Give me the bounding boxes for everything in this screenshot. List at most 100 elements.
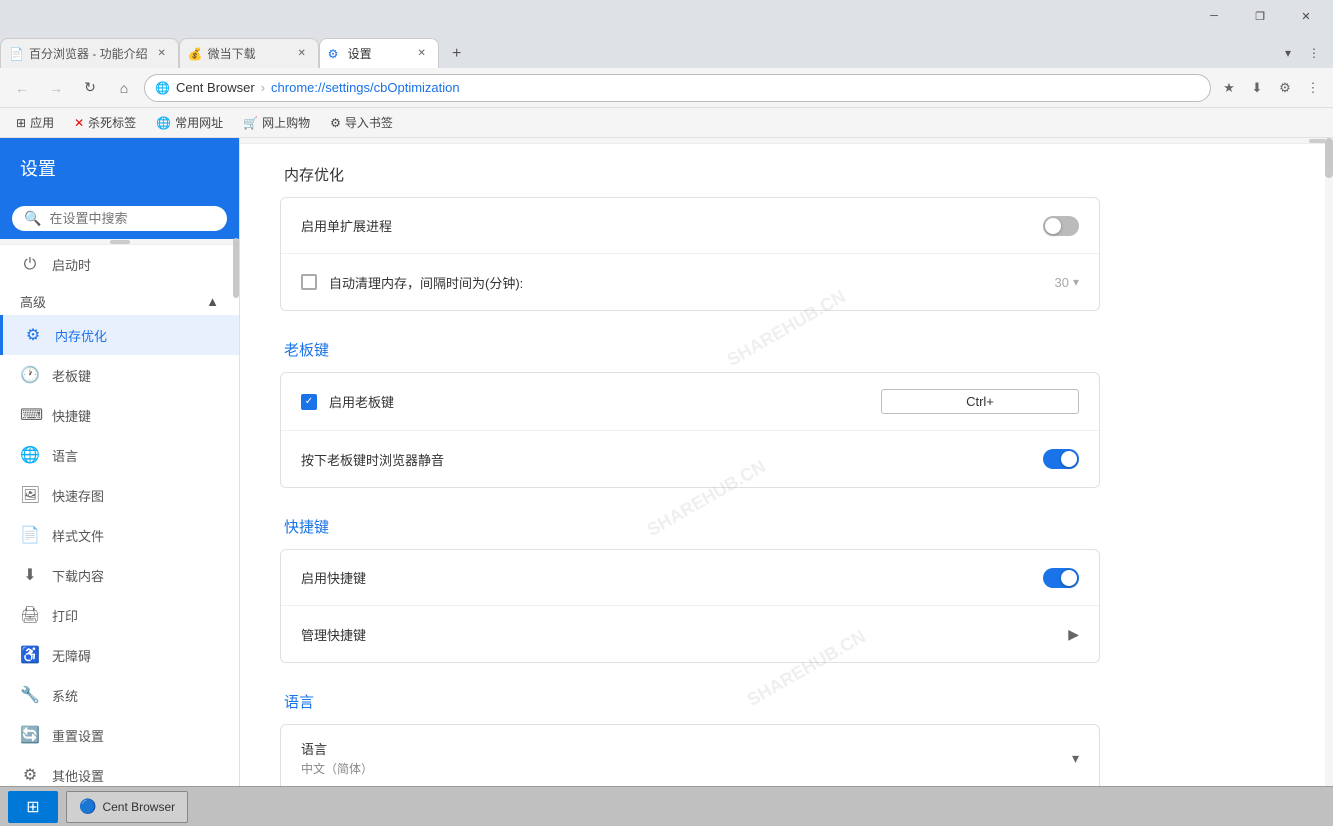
sidebar-item-memory[interactable]: ⚙ 内存优化 [0,315,239,355]
more-button[interactable]: ⋮ [1301,76,1325,100]
killtab-icon: ✕ [74,116,84,130]
single-extension-thumb [1045,218,1061,234]
back-button[interactable]: ← [8,74,36,102]
shortcut-card: 启用快捷键 管理快捷键 ▶ [280,549,1100,663]
restore-button[interactable]: ❐ [1237,0,1283,32]
memory-card: 启用单扩展进程 自动清理内存，间隔时间为(分钟): 30 ▾ [280,197,1100,311]
minimize-button[interactable]: ─ [1191,0,1237,32]
apps-icon: ⊞ [16,116,26,130]
shortcut-enable-thumb [1061,570,1077,586]
settings-button[interactable]: ⚙ [1273,76,1297,100]
shortcut-manage-label: 管理快捷键 [301,625,1068,644]
startup-icon: ⏻ [20,256,40,274]
single-extension-toggle[interactable] [1043,216,1079,236]
home-button[interactable]: ⌂ [110,74,138,102]
advanced-collapse-icon[interactable]: ▲ [206,294,219,309]
single-extension-label: 启用单扩展进程 [301,216,1043,235]
settings-search-input[interactable] [49,211,215,226]
sidebar-title: 设置 [20,155,56,181]
tab-settings[interactable]: ⚙ 设置 ✕ [319,38,439,68]
bookmark-shopping-label: 网上购物 [262,114,310,131]
system-icon: 🔧 [20,685,40,705]
sidebar-item-startup[interactable]: ⏻ 启动时 [0,245,239,284]
single-extension-row: 启用单扩展进程 [281,198,1099,254]
language-sub: 中文（简体） [301,760,1072,777]
close-button[interactable]: ✕ [1283,0,1329,32]
tab-close-features[interactable]: ✕ [154,46,170,62]
language-name: 语言 [301,739,1072,758]
new-tab-button[interactable]: + [443,40,471,68]
taskbar-centbrowser[interactable]: 🔵 Cent Browser [66,791,188,823]
download-button[interactable]: ⬇ [1245,76,1269,100]
sidebar-scrollbar[interactable] [233,138,239,826]
tab-title-download: 微当下载 [208,45,288,62]
settings-search-box[interactable]: 🔍 [12,206,227,231]
sidebar-item-accessibility[interactable]: ♿ 无障碍 [0,635,239,675]
shortcut-enable-label: 启用快捷键 [301,568,1043,587]
language-row[interactable]: 语言 中文（简体） ▾ [281,725,1099,792]
tab-bar-settings[interactable]: ⋮ [1303,42,1325,64]
language-chevron-icon: ▾ [1072,750,1079,767]
content-inner: 内存优化 启用单扩展进程 自动清理内存，间隔时间为(分钟): [240,144,1140,826]
boss-mute-toggle[interactable] [1043,449,1079,469]
import-icon: ⚙ [330,116,341,130]
refresh-button[interactable]: ↻ [76,74,104,102]
sidebar-system-label: 系统 [52,686,78,705]
bookmark-import-label: 导入书签 [345,114,393,131]
shortcut-enable-row: 启用快捷键 [281,550,1099,606]
section-memory-title: 内存优化 [280,164,1100,185]
sidebar: 设置 🔍 ⏻ 启动时 高级 ▲ ⚙ 内存优化 🕐 [0,138,240,826]
search-icon: 🔍 [24,210,41,227]
sidebar-item-shortcut[interactable]: ⌨ 快捷键 [0,395,239,435]
auto-clear-checkbox[interactable] [301,274,317,290]
sidebar-item-language[interactable]: 🌐 语言 [0,435,239,475]
bookmark-import[interactable]: ⚙ 导入书签 [322,112,401,133]
sidebar-other-label: 其他设置 [52,766,104,785]
shortcut-enable-toggle[interactable] [1043,568,1079,588]
sidebar-item-print[interactable]: 🖨 打印 [0,595,239,635]
tab-list-button[interactable]: ▾ [1277,42,1299,64]
section-boss: 老板键 ✓ 启用老板键 按下老板键时浏览器静音 [280,339,1100,488]
start-button[interactable]: ⊞ [8,791,58,823]
sites-icon: 🌐 [156,116,171,130]
sidebar-reset-label: 重置设置 [52,726,104,745]
bookmark-star-button[interactable]: ★ [1217,76,1241,100]
sidebar-item-reset[interactable]: 🔄 重置设置 [0,715,239,755]
shortcut-icon: ⌨ [20,405,40,425]
boss-enable-checkbox[interactable]: ✓ [301,394,317,410]
bookmarks-bar: ⊞ 应用 ✕ 杀死标签 🌐 常用网址 🛒 网上购物 ⚙ 导入书签 [0,108,1333,138]
boss-enable-row: ✓ 启用老板键 [281,373,1099,431]
tab-bar: 📄 百分浏览器 - 功能介绍 ✕ 💰 微当下载 ✕ ⚙ 设置 ✕ + ▾ ⋮ [0,32,1333,68]
bookmark-apps[interactable]: ⊞ 应用 [8,112,62,133]
sidebar-item-quicksave[interactable]: 🖼 快速存图 [0,475,239,515]
bookmark-killtab-label: 杀死标签 [88,114,136,131]
auto-clear-dropdown-arrow[interactable]: ▾ [1073,275,1079,289]
style-icon: 📄 [20,525,40,545]
sidebar-item-bosskey[interactable]: 🕐 老板键 [0,355,239,395]
bookmark-sites[interactable]: 🌐 常用网址 [148,112,231,133]
address-right: ★ ⬇ ⚙ ⋮ [1217,76,1325,100]
forward-button[interactable]: → [42,74,70,102]
sidebar-quicksave-label: 快速存图 [52,486,104,505]
section-language-title: 语言 [280,691,1100,712]
hotkey-input[interactable] [881,389,1079,414]
tab-features[interactable]: 📄 百分浏览器 - 功能介绍 ✕ [0,38,179,68]
sidebar-scrollbar-thumb [233,238,239,298]
section-shortcut: 快捷键 启用快捷键 管理快捷键 ▶ [280,516,1100,663]
tab-favicon-features: 📄 [9,47,23,61]
sidebar-item-system[interactable]: 🔧 系统 [0,675,239,715]
tab-close-settings[interactable]: ✕ [414,46,430,62]
shortcut-manage-row[interactable]: 管理快捷键 ▶ [281,606,1099,662]
tab-download[interactable]: 💰 微当下载 ✕ [179,38,319,68]
reset-icon: 🔄 [20,725,40,745]
tab-close-download[interactable]: ✕ [294,46,310,62]
content-scrollbar[interactable] [1325,138,1333,826]
quicksave-icon: 🖼 [20,485,40,505]
sidebar-item-style[interactable]: 📄 样式文件 [0,515,239,555]
bookmark-shopping[interactable]: 🛒 网上购物 [235,112,318,133]
bookmark-killtab[interactable]: ✕ 杀死标签 [66,112,144,133]
title-bar: ─ ❐ ✕ [0,0,1333,32]
sidebar-advanced-section: 高级 ▲ [0,284,239,315]
sidebar-item-download[interactable]: ⬇ 下载内容 [0,555,239,595]
address-box[interactable]: 🌐 Cent Browser › chrome://settings/cbOpt… [144,74,1211,102]
